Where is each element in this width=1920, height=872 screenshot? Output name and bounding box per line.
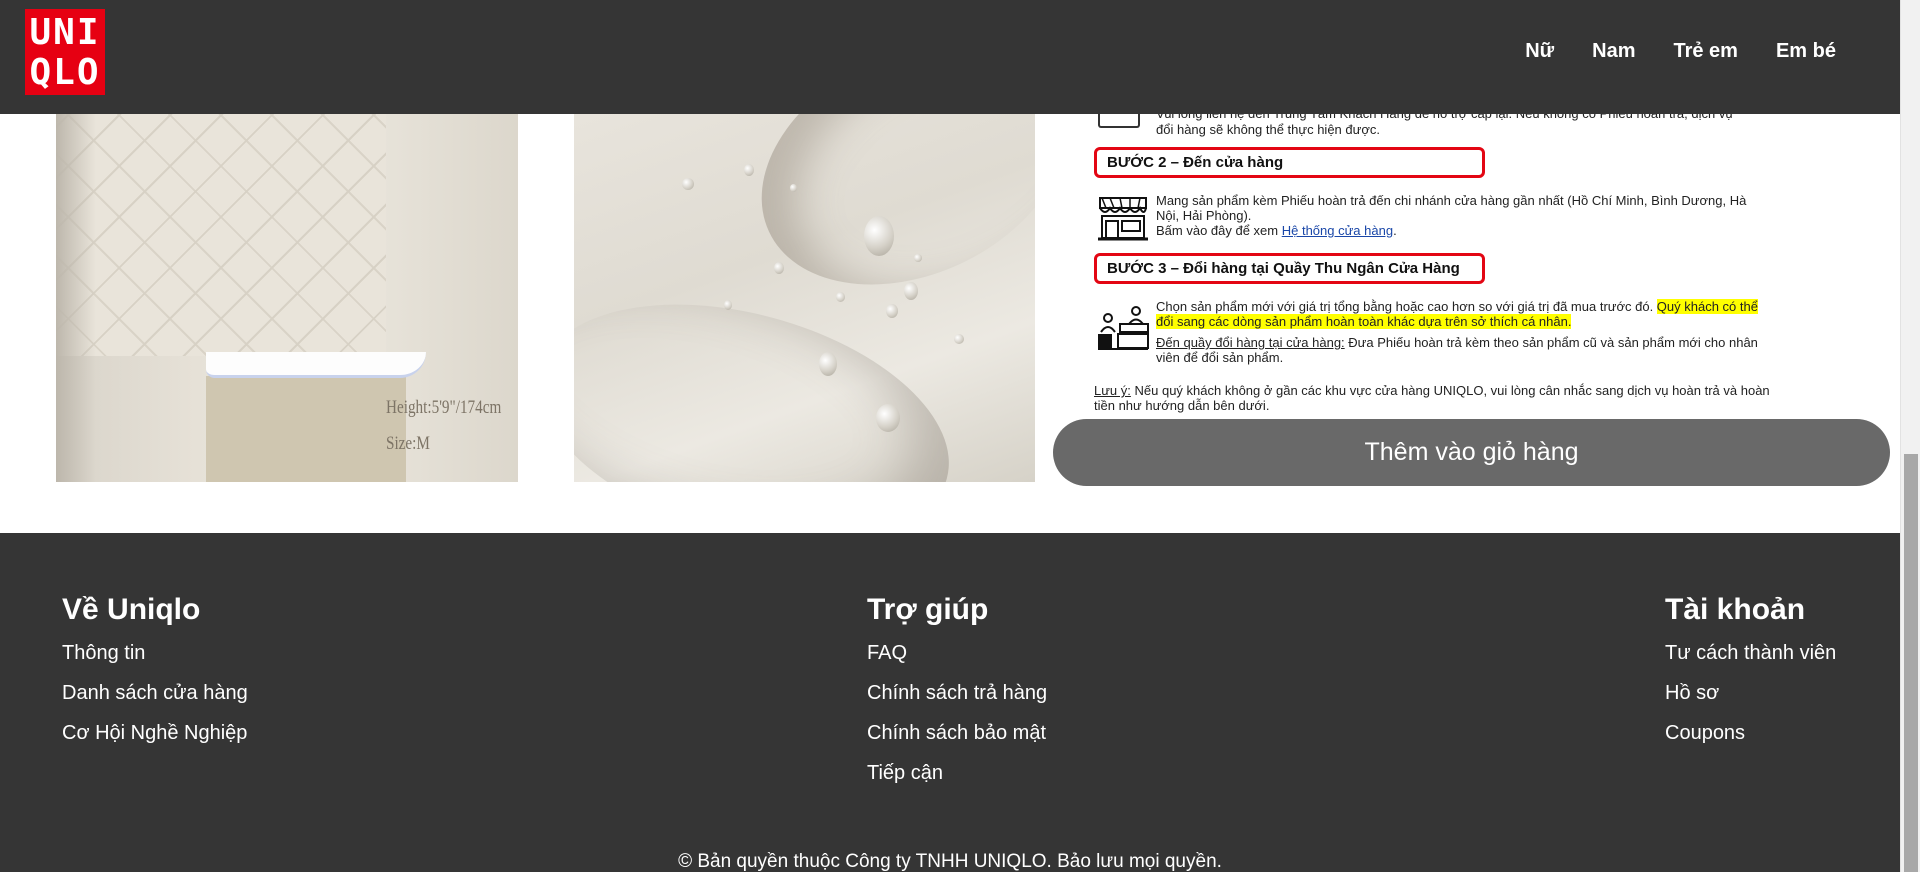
footer-link-privacy-policy[interactable]: Chính sách bảo mật bbox=[867, 713, 1047, 753]
footer-col-account: Tài khoản Tư cách thành viên Hồ sơ Coupo… bbox=[1665, 593, 1836, 753]
water-droplet bbox=[836, 292, 845, 302]
footer-link-return-policy[interactable]: Chính sách trả hàng bbox=[867, 673, 1047, 713]
product-image-fabric-detail[interactable] bbox=[574, 114, 1035, 482]
footer-link-store-list[interactable]: Danh sách cửa hàng bbox=[62, 673, 248, 713]
logo-line-1: UNI bbox=[29, 12, 101, 53]
model-size-caption: Height:5'9"/174cm Size:M bbox=[386, 390, 501, 462]
footer-col-help-title: Trợ giúp bbox=[867, 593, 989, 626]
water-droplet bbox=[954, 334, 964, 344]
footer-link-info[interactable]: Thông tin bbox=[62, 633, 248, 673]
jacket-quilted-area bbox=[56, 114, 386, 356]
site-header: UNI QLO Nữ Nam Trẻ em Em bé bbox=[0, 0, 1900, 114]
store-system-link[interactable]: Hệ thống cửa hàng bbox=[1282, 223, 1393, 238]
water-droplet bbox=[744, 164, 754, 176]
water-droplet bbox=[682, 178, 694, 190]
water-droplet bbox=[724, 300, 732, 310]
page-scrollbar[interactable] bbox=[1900, 0, 1920, 872]
water-droplet bbox=[886, 304, 898, 318]
note-text: Lưu ý: Nếu quý khách không ở gần các khu… bbox=[1094, 383, 1770, 413]
step2-title: BƯỚC 2 – Đến cửa hàng bbox=[1094, 147, 1485, 178]
footer-col-help: Trợ giúp FAQ Chính sách trả hàng Chính s… bbox=[867, 593, 1047, 793]
nav-kids[interactable]: Trẻ em bbox=[1673, 40, 1737, 63]
shirt-hem bbox=[206, 352, 426, 378]
water-droplet bbox=[790, 184, 797, 192]
water-droplet bbox=[904, 282, 918, 300]
footer-link-accessibility[interactable]: Tiếp cận bbox=[867, 753, 1047, 793]
nav-men[interactable]: Nam bbox=[1592, 40, 1635, 63]
add-to-cart-button[interactable]: Thêm vào giỏ hàng bbox=[1053, 419, 1890, 486]
copyright-text: © Bản quyền thuộc Công ty TNHH UNIQLO. B… bbox=[678, 851, 1222, 872]
store-icon bbox=[1098, 197, 1148, 241]
step2-text: Mang sản phẩm kèm Phiếu hoàn trả đến chi… bbox=[1156, 193, 1747, 238]
site-footer: Về Uniqlo Thông tin Danh sách cửa hàng C… bbox=[0, 533, 1900, 872]
model-height: Height:5'9"/174cm bbox=[386, 397, 502, 418]
water-droplet bbox=[914, 254, 922, 262]
scrollbar-thumb[interactable] bbox=[1904, 454, 1918, 872]
footer-col-about: Về Uniqlo Thông tin Danh sách cửa hàng C… bbox=[62, 593, 248, 753]
footer-link-careers[interactable]: Cơ Hội Nghề Nghiệp bbox=[62, 713, 248, 753]
cashier-counter-icon bbox=[1098, 306, 1149, 350]
water-droplet bbox=[876, 404, 900, 432]
footer-col-account-title: Tài khoản bbox=[1665, 593, 1806, 626]
product-image-model[interactable]: Height:5'9"/174cm Size:M bbox=[56, 114, 518, 482]
water-droplet bbox=[819, 352, 837, 376]
footer-link-faq[interactable]: FAQ bbox=[867, 633, 1047, 673]
trouser-area bbox=[206, 376, 406, 482]
step3-title: BƯỚC 3 – Đổi hàng tại Quầy Thu Ngân Cửa … bbox=[1094, 253, 1485, 284]
footer-link-coupons[interactable]: Coupons bbox=[1665, 713, 1836, 753]
main-nav: Nữ Nam Trẻ em Em bé bbox=[1487, 40, 1836, 63]
footer-link-profile[interactable]: Hồ sơ bbox=[1665, 673, 1836, 713]
water-droplet bbox=[774, 262, 784, 274]
water-droplet bbox=[864, 216, 894, 256]
nav-baby[interactable]: Em bé bbox=[1776, 40, 1836, 63]
uniqlo-logo[interactable]: UNI QLO bbox=[25, 9, 105, 95]
model-size: Size:M bbox=[386, 433, 430, 454]
step3-text: Chọn sản phẩm mới với giá trị tổng bằng … bbox=[1156, 299, 1758, 365]
footer-link-membership[interactable]: Tư cách thành viên bbox=[1665, 633, 1836, 673]
footer-col-about-title: Về Uniqlo bbox=[62, 593, 201, 626]
page: UNI QLO Nữ Nam Trẻ em Em bé Height:5'9"/… bbox=[0, 0, 1920, 872]
nav-women[interactable]: Nữ bbox=[1525, 40, 1554, 63]
logo-line-2: QLO bbox=[29, 52, 101, 93]
